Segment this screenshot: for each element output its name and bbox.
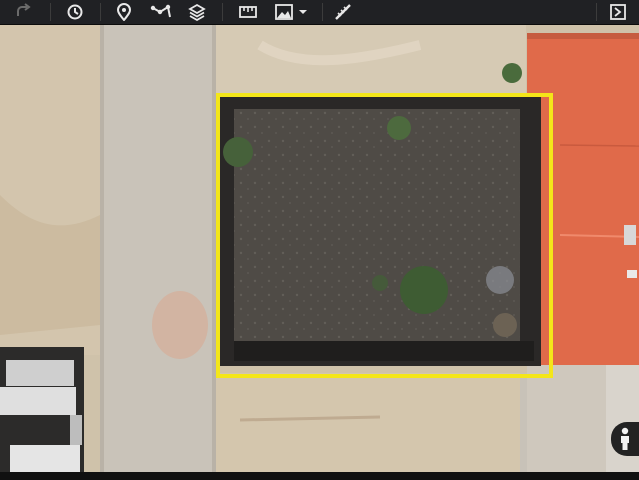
toolbar-separator [50, 3, 51, 21]
add-path-button[interactable] [148, 0, 174, 24]
history-imagery-button[interactable] [62, 0, 88, 24]
satellite-map[interactable] [0, 25, 639, 472]
redo-icon [17, 3, 31, 16]
image-overlay-icon [275, 4, 293, 20]
measure-icon [335, 4, 351, 20]
add-placemark-icon [116, 3, 132, 21]
ruler-icon [239, 6, 257, 18]
street-view-button[interactable] [611, 422, 639, 456]
measure-button[interactable] [330, 0, 356, 24]
pegman-icon [621, 427, 629, 450]
add-path-icon [150, 4, 171, 18]
status-bar [0, 472, 639, 480]
toolbar-separator [596, 3, 597, 21]
image-overlay-button[interactable] [272, 0, 296, 24]
add-placemark-button[interactable] [112, 0, 136, 24]
dropdown-caret-icon [299, 10, 307, 14]
layers-button[interactable] [185, 0, 209, 24]
image-overlay-dropdown[interactable] [296, 0, 310, 24]
ruler-button[interactable] [236, 0, 260, 24]
redo-button[interactable] [10, 0, 36, 24]
exit-icon [610, 4, 626, 20]
history-imagery-icon [67, 4, 83, 20]
toolbar-separator [222, 3, 223, 21]
toolbar-separator [322, 3, 323, 21]
top-toolbar [0, 0, 639, 25]
layers-icon [188, 3, 206, 21]
toolbar-separator [100, 3, 101, 21]
satellite-imagery [0, 25, 639, 472]
exit-button[interactable] [605, 0, 631, 24]
